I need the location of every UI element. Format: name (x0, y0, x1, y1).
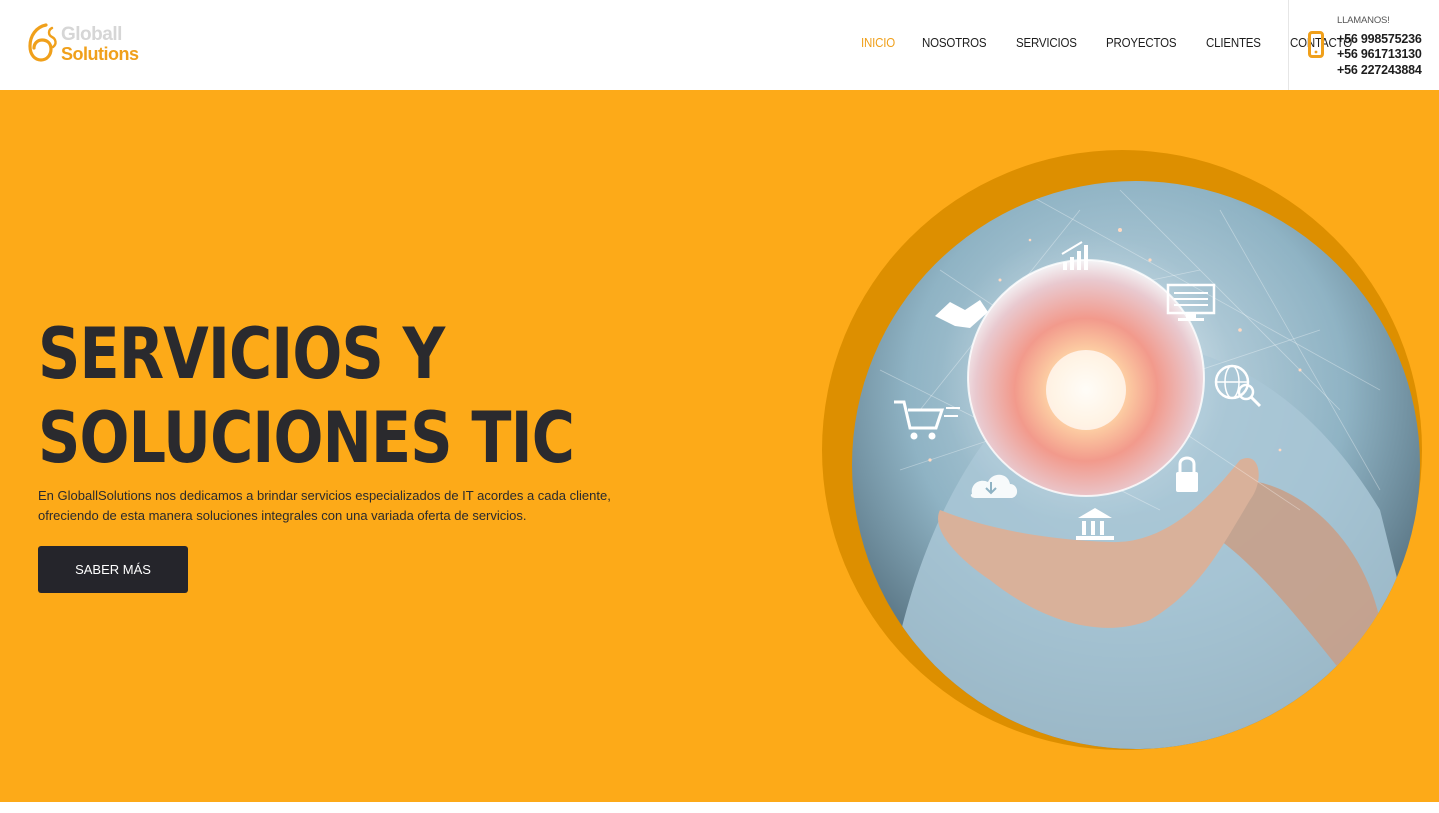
brand-logo[interactable]: Globall Solutions (26, 22, 146, 68)
nav-item-servicios[interactable]: SERVICIOS (1016, 36, 1077, 50)
logo-text-globall: Globall (61, 24, 122, 45)
logo-text-solutions: Solutions (61, 44, 139, 64)
hero-section: SERVICIOS Y SOLUCIONES TIC En GloballSol… (0, 90, 1439, 802)
smartphone-icon (1308, 31, 1324, 58)
page-bottom-strip (0, 802, 1439, 813)
hero-title-line-1: SERVICIOS Y (38, 313, 445, 395)
phone-number-3[interactable]: +56 227243884 (1337, 63, 1422, 77)
saber-mas-button[interactable]: SABER MÁS (38, 546, 188, 593)
hero-description: En GloballSolutions nos dedicamos a brin… (38, 488, 611, 523)
nav-item-clientes[interactable]: CLIENTES (1206, 36, 1261, 50)
nav-item-nosotros[interactable]: NOSOTROS (922, 36, 987, 50)
phone-number-2[interactable]: +56 961713130 (1337, 47, 1422, 61)
call-label: LLAMANOS! (1337, 15, 1390, 26)
hero-image (822, 150, 1422, 750)
site-header: Globall Solutions INICIO NOSOTROS SERVIC… (0, 0, 1439, 90)
logo-mark-icon (28, 23, 57, 62)
call-box: LLAMANOS! +56 998575236 +56 961713130 +5… (1288, 0, 1439, 90)
nav-item-inicio[interactable]: INICIO (861, 36, 895, 50)
phone-number-1[interactable]: +56 998575236 (1337, 32, 1422, 46)
hero-title: SERVICIOS Y SOLUCIONES TIC (38, 312, 575, 480)
nav-item-proyectos[interactable]: PROYECTOS (1106, 36, 1177, 50)
hero-title-line-2: SOLUCIONES TIC (38, 397, 575, 479)
